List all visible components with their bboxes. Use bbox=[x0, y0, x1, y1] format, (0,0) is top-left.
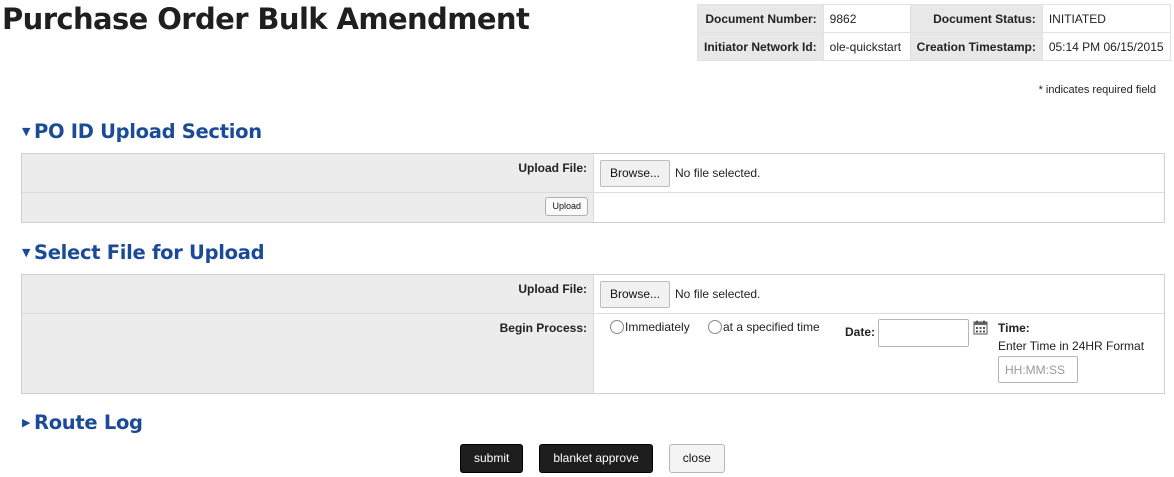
radio-immediately-option[interactable]: Immediately bbox=[610, 320, 690, 334]
document-header: Document Number: 9862 Document Status: I… bbox=[697, 4, 1171, 61]
time-label: Time: bbox=[998, 321, 1030, 335]
date-input[interactable] bbox=[878, 319, 969, 347]
date-label: Date: bbox=[845, 325, 876, 339]
required-field-note: * indicates required field bbox=[1038, 84, 1156, 96]
select-file-section-title: Select File for Upload bbox=[34, 241, 265, 264]
select-file-status: No file selected. bbox=[675, 287, 761, 301]
close-button[interactable]: close bbox=[668, 444, 725, 473]
creation-timestamp-label: Creation Timestamp: bbox=[909, 32, 1043, 61]
select-file-panel: Upload File: Browse... No file selected.… bbox=[21, 274, 1165, 394]
blanket-approve-button[interactable]: blanket approve bbox=[539, 444, 653, 473]
calendar-icon[interactable] bbox=[973, 320, 988, 335]
upload-button[interactable]: Upload bbox=[545, 197, 588, 216]
radio-immediately[interactable] bbox=[610, 320, 624, 334]
route-log-section-toggle[interactable]: ▶ Route Log bbox=[22, 411, 143, 434]
page-title: Purchase Order Bulk Amendment bbox=[2, 2, 530, 36]
begin-process-row: Begin Process: Immediately at a specifie… bbox=[22, 314, 1164, 393]
time-input[interactable] bbox=[998, 356, 1078, 383]
time-format-hint: Enter Time in 24HR Format bbox=[998, 339, 1145, 353]
route-log-section-title: Route Log bbox=[34, 411, 143, 434]
po-upload-action-cell: Upload bbox=[22, 193, 594, 222]
select-browse-button[interactable]: Browse... bbox=[600, 280, 671, 308]
po-upload-section-toggle[interactable]: ▼ PO ID Upload Section bbox=[22, 120, 262, 143]
submit-button[interactable]: submit bbox=[460, 444, 524, 473]
select-file-section-toggle[interactable]: ▼ Select File for Upload bbox=[22, 241, 265, 264]
po-upload-action-row: Upload bbox=[22, 193, 1164, 222]
select-file-row: Upload File: Browse... No file selected. bbox=[22, 275, 1164, 314]
po-browse-button[interactable]: Browse... bbox=[600, 159, 671, 187]
po-upload-section-title: PO ID Upload Section bbox=[34, 120, 262, 143]
radio-specified-time[interactable] bbox=[708, 320, 722, 334]
document-status-value: INITIATED bbox=[1041, 4, 1171, 33]
document-status-label: Document Status: bbox=[909, 4, 1043, 33]
begin-process-label: Begin Process: bbox=[22, 314, 594, 393]
radio-specified-time-label: at a specified time bbox=[723, 320, 820, 334]
triangle-down-icon: ▼ bbox=[22, 246, 31, 259]
initiator-id-label: Initiator Network Id: bbox=[697, 32, 824, 61]
action-buttons: submit blanket approve close bbox=[460, 444, 725, 473]
po-upload-file-label: Upload File: bbox=[22, 154, 594, 192]
initiator-id-value: ole-quickstart bbox=[822, 32, 911, 61]
document-number-value: 9862 bbox=[822, 4, 911, 33]
radio-specified-time-option[interactable]: at a specified time bbox=[708, 320, 820, 334]
creation-timestamp-value: 05:14 PM 06/15/2015 bbox=[1041, 32, 1171, 61]
po-upload-file-row: Upload File: Browse... No file selected. bbox=[22, 154, 1164, 193]
triangle-right-icon: ▶ bbox=[22, 416, 31, 429]
select-file-label: Upload File: bbox=[22, 275, 594, 313]
document-number-label: Document Number: bbox=[697, 4, 824, 33]
po-upload-panel: Upload File: Browse... No file selected.… bbox=[21, 153, 1165, 223]
triangle-down-icon: ▼ bbox=[22, 125, 31, 138]
radio-immediately-label: Immediately bbox=[625, 320, 690, 334]
po-file-status: No file selected. bbox=[675, 166, 761, 180]
